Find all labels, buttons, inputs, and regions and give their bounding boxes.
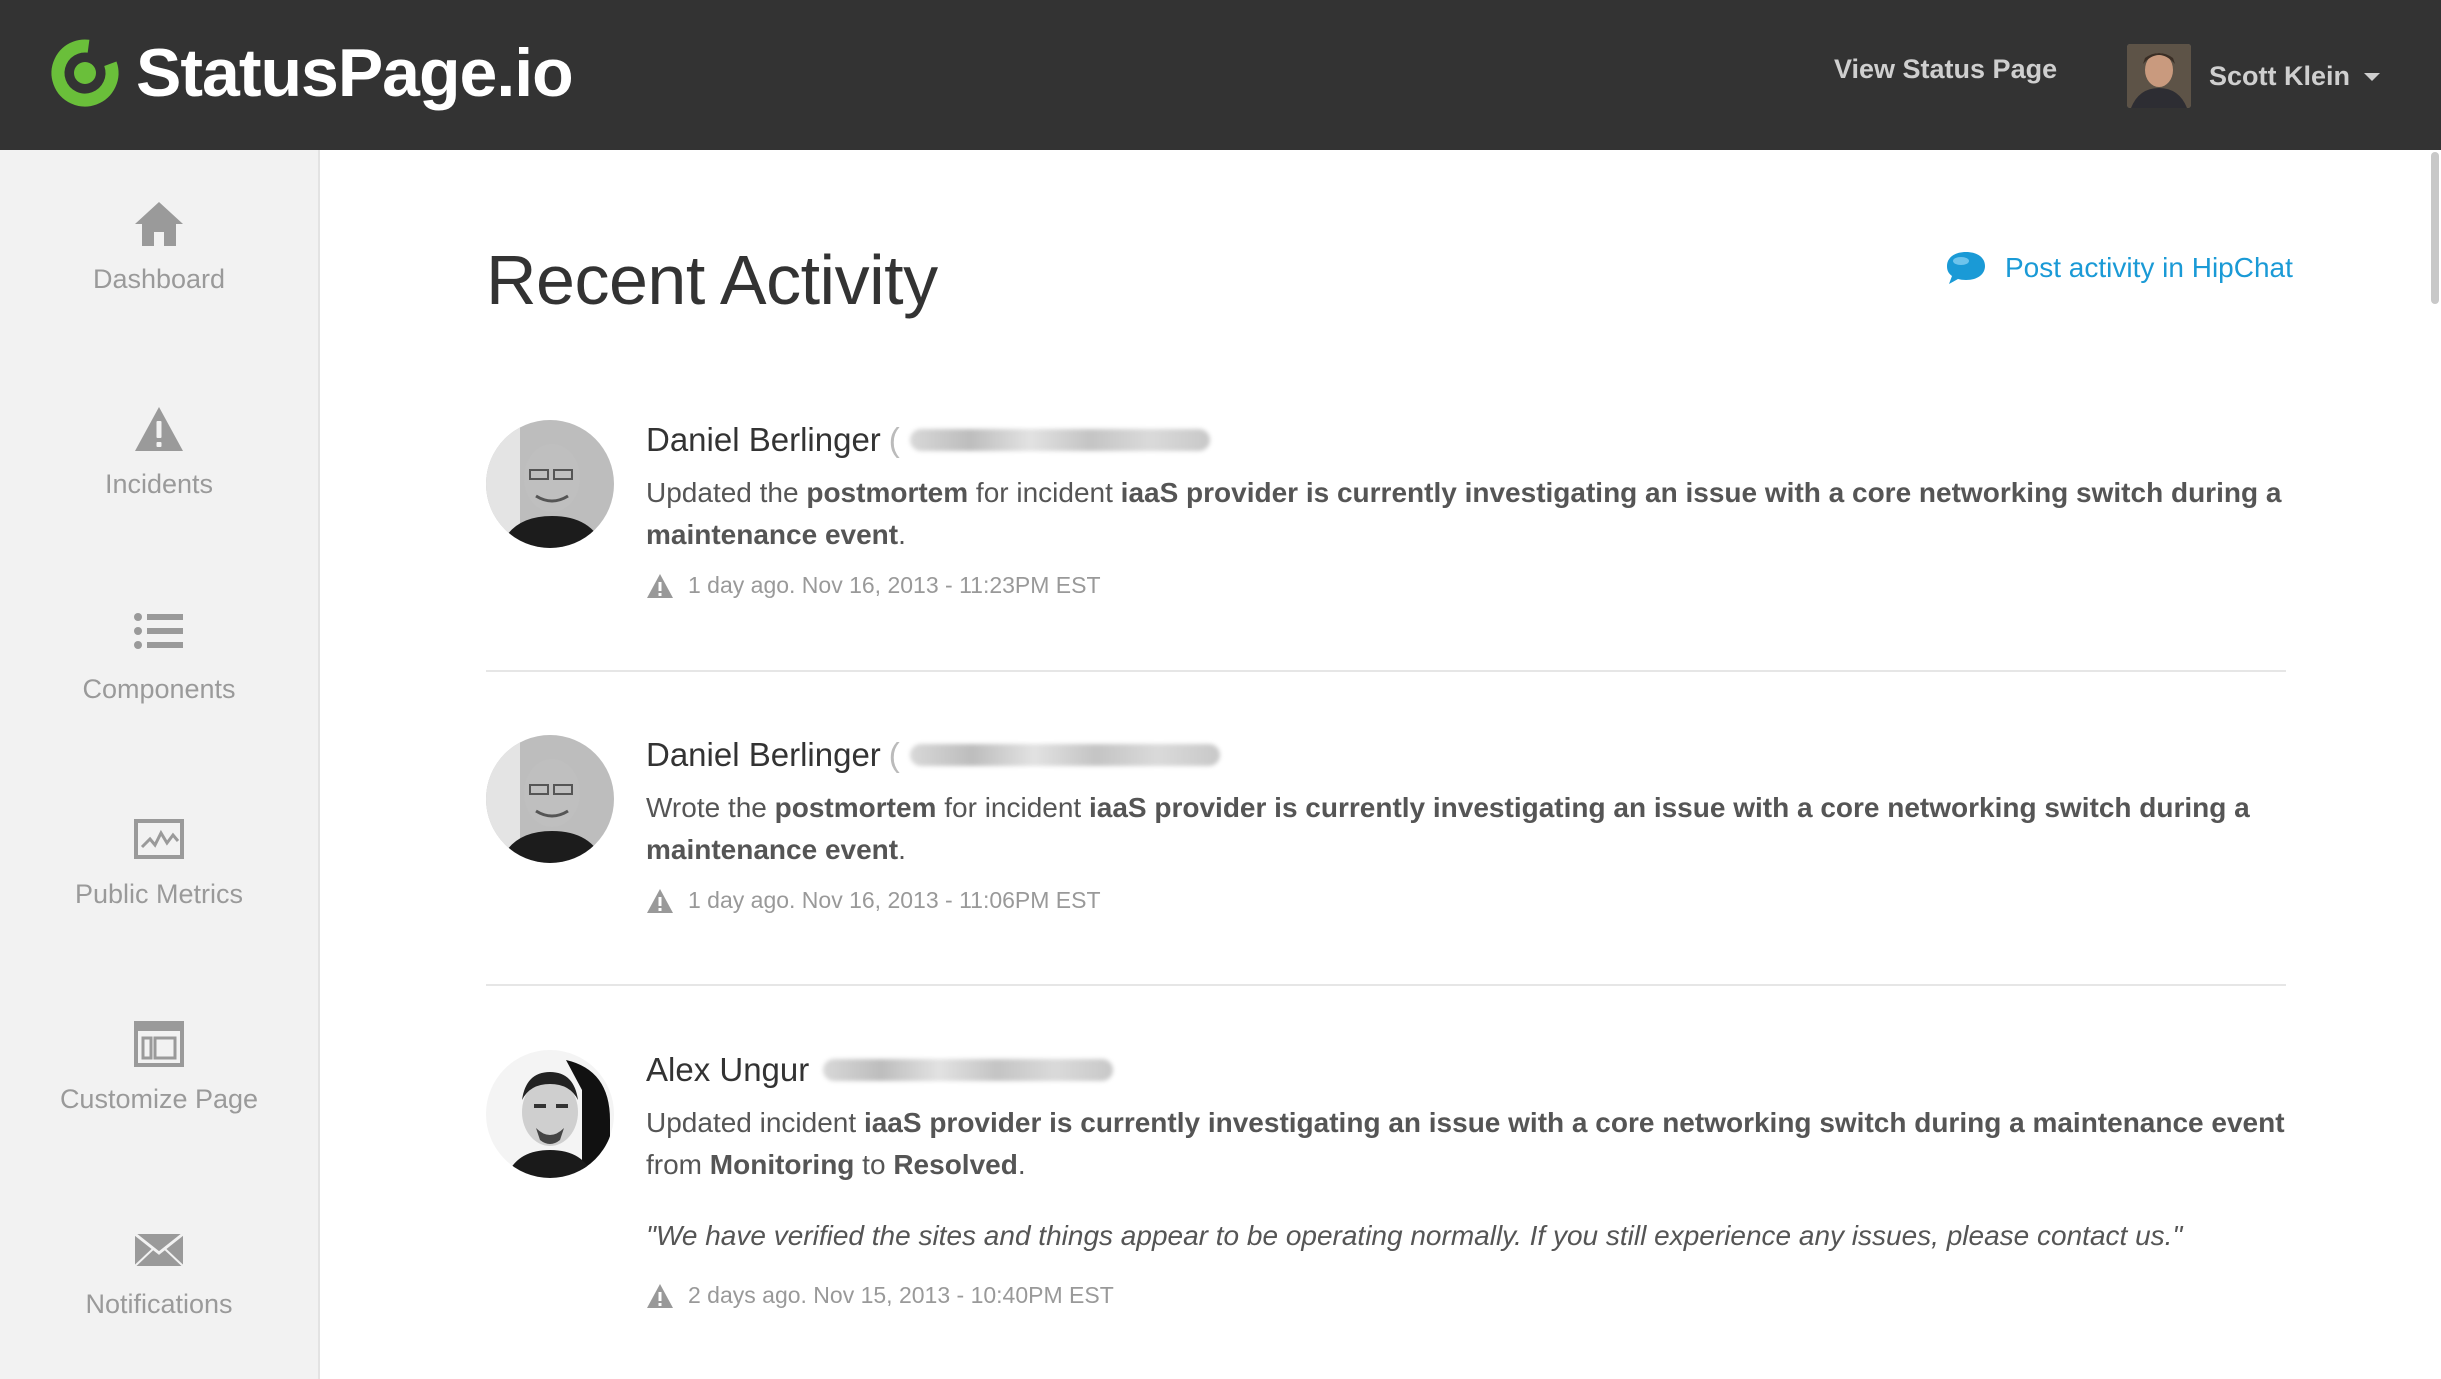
user-avatar xyxy=(2127,44,2191,108)
warning-icon xyxy=(647,1283,673,1308)
chat-bubble-icon xyxy=(1947,252,1985,284)
activity-timestamp: 2 days ago. Nov 15, 2013 - 10:40PM EST xyxy=(688,1282,1114,1308)
list-icon xyxy=(134,613,183,649)
avatar xyxy=(486,735,614,863)
warning-icon xyxy=(135,407,183,451)
activity-verb: Updated incident xyxy=(646,1107,864,1138)
divider xyxy=(486,670,2286,672)
sidebar-item-label: Dashboard xyxy=(92,264,226,294)
from-status: Monitoring xyxy=(709,1149,855,1180)
layout-icon xyxy=(134,1021,184,1067)
divider xyxy=(486,984,2286,986)
activity-object: postmortem xyxy=(806,477,969,508)
activity-verb: Updated the xyxy=(646,477,807,508)
activity-item: Daniel Berlinger ( Wrote the postmortem … xyxy=(486,735,2286,925)
activity-meta: 1 day ago. Nov 16, 2013 - 11:06PM EST xyxy=(646,887,2286,914)
activity-connector: for incident xyxy=(968,477,1121,508)
activity-object: postmortem xyxy=(774,792,937,823)
activity-item: Daniel Berlinger ( Updated the postmorte… xyxy=(486,420,2286,610)
page-title: Recent Activity xyxy=(486,241,938,319)
activity-description: Wrote the postmortem for incident iaaS p… xyxy=(646,787,2286,871)
activity-end: . xyxy=(898,834,906,865)
sidebar-item-label: Incidents xyxy=(104,469,214,499)
activity-timestamp: 1 day ago. Nov 16, 2013 - 11:23PM EST xyxy=(688,572,1101,598)
redacted-email xyxy=(909,744,1220,766)
activity-item: Alex Ungur Updated incident iaaS provide… xyxy=(486,1050,2286,1350)
incident-name: iaaS provider is currently investigating… xyxy=(863,1107,2285,1138)
scrollbar-thumb[interactable] xyxy=(2431,152,2439,304)
activity-body: Daniel Berlinger ( Updated the postmorte… xyxy=(646,420,2286,599)
sidebar-item-public-metrics[interactable]: Public Metrics xyxy=(0,815,318,910)
activity-body: Alex Ungur Updated incident iaaS provide… xyxy=(646,1050,2286,1309)
avatar xyxy=(486,1050,614,1178)
sidebar-item-label: Notifications xyxy=(85,1289,233,1319)
statuspage-logo-icon xyxy=(51,39,119,107)
actor-name: Alex Ungur xyxy=(646,1051,810,1088)
update-message-quote: "We have verified the sites and things a… xyxy=(646,1220,2183,1251)
warning-icon xyxy=(647,888,673,913)
actor-name: Daniel Berlinger xyxy=(646,736,881,773)
to-status: Resolved xyxy=(893,1149,1018,1180)
post-activity-hipchat-link[interactable]: Post activity in HipChat xyxy=(1945,250,2293,286)
sidebar-item-notifications[interactable]: Notifications xyxy=(0,1225,318,1320)
logo-text: StatusPage.io xyxy=(136,35,574,111)
sidebar-item-customize-page[interactable]: Customize Page xyxy=(0,1020,318,1115)
activity-timestamp: 1 day ago. Nov 16, 2013 - 11:06PM EST xyxy=(688,887,1101,913)
activity-description: Updated the postmortem for incident iaaS… xyxy=(646,472,2286,556)
sidebar-item-components[interactable]: Components xyxy=(0,610,318,705)
sidebar-item-incidents[interactable]: Incidents xyxy=(0,405,318,500)
hipchat-link-label: Post activity in HipChat xyxy=(2005,252,2293,283)
sidebar-item-label: Customize Page xyxy=(59,1084,259,1114)
logo[interactable]: StatusPage.io xyxy=(48,28,574,118)
to-label: to xyxy=(854,1149,894,1180)
metrics-chart-icon xyxy=(134,819,184,859)
activity-verb: Wrote the xyxy=(646,792,775,823)
top-navbar: StatusPage.io View Status Page Scott Kle… xyxy=(0,0,2441,150)
activity-connector: for incident xyxy=(936,792,1089,823)
sidebar: Dashboard Incidents Components Public Me… xyxy=(0,150,320,1379)
activity-end: . xyxy=(898,519,906,550)
view-status-page-link[interactable]: View Status Page xyxy=(1834,54,2057,85)
redacted-email xyxy=(823,1059,1114,1081)
redacted-email xyxy=(909,429,1210,451)
actor-email-paren: ( xyxy=(888,736,900,773)
sidebar-item-dashboard[interactable]: Dashboard xyxy=(0,200,318,295)
user-menu[interactable]: Scott Klein xyxy=(2127,44,2381,108)
activity-meta: 2 days ago. Nov 15, 2013 - 10:40PM EST xyxy=(646,1282,2286,1309)
home-icon xyxy=(135,202,183,246)
actor-email-paren: ( xyxy=(888,421,900,458)
warning-icon xyxy=(647,573,673,598)
from-label: from xyxy=(646,1149,710,1180)
activity-description: Updated incident iaaS provider is curren… xyxy=(646,1102,2286,1186)
actor-name: Daniel Berlinger xyxy=(646,421,881,458)
sidebar-item-label: Components xyxy=(82,674,236,704)
activity-body: Daniel Berlinger ( Wrote the postmortem … xyxy=(646,735,2286,914)
envelope-icon xyxy=(134,1232,184,1267)
activity-meta: 1 day ago. Nov 16, 2013 - 11:23PM EST xyxy=(646,572,2286,599)
user-name: Scott Klein xyxy=(2209,60,2351,91)
chevron-down-icon xyxy=(2364,73,2381,81)
sidebar-item-label: Public Metrics xyxy=(74,879,244,909)
activity-end: . xyxy=(1017,1149,1026,1180)
avatar xyxy=(486,420,614,548)
